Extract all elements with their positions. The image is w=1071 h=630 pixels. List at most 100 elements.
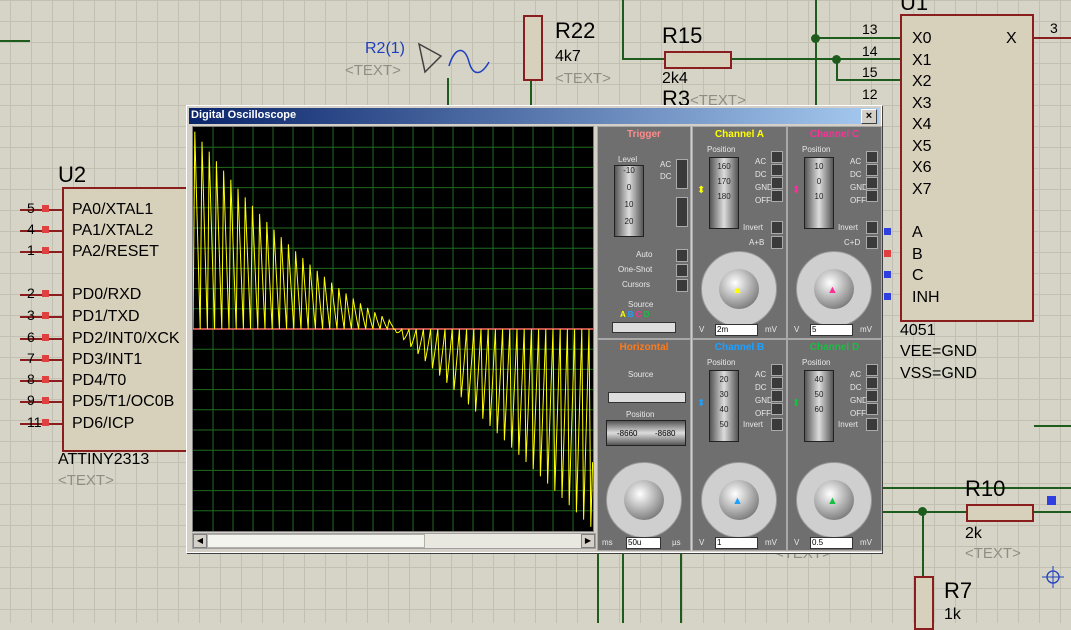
horizontal-scrollbar[interactable]: ◀ ▶ (192, 533, 596, 549)
unit-mv: mV (860, 325, 872, 334)
timebase-value[interactable]: 50u (626, 537, 661, 549)
r2-text: <TEXT> (345, 62, 401, 79)
coupling-switch[interactable] (866, 164, 878, 176)
u1-input-label: X1 (912, 51, 932, 69)
r15-resistor[interactable] (664, 51, 732, 69)
u2-pin-label: PA2/RESET (72, 243, 159, 260)
scale-tick: 20 (624, 217, 634, 226)
coupling-switch[interactable] (771, 164, 783, 176)
position-scale[interactable]: 20 30 40 50 (709, 370, 739, 442)
u1-pin-number: 12 (862, 85, 878, 102)
r10-text: <TEXT> (965, 545, 1021, 562)
position-scale[interactable]: 10 0 10 (804, 157, 834, 229)
r10-resistor[interactable] (966, 504, 1034, 522)
position-label: Position (802, 358, 831, 367)
position-label: Position (707, 145, 736, 154)
horizontal-source-slider[interactable] (608, 392, 686, 403)
pin-state-marker (42, 290, 49, 297)
volts-div-knob[interactable]: ▲ (796, 251, 872, 327)
coupling-switch[interactable] (771, 390, 783, 402)
scroll-right-icon[interactable]: ▶ (581, 534, 595, 548)
u2-pin-number: 7 (27, 350, 35, 366)
scale-tick: 50 (719, 420, 729, 429)
coupling-switch[interactable] (866, 403, 878, 415)
position-arrow-icon[interactable]: ⬍ (792, 398, 800, 409)
coupling-switch[interactable] (771, 151, 783, 163)
trigger-source-slider[interactable] (612, 322, 676, 333)
cursors-button[interactable] (676, 279, 688, 292)
coupling-switch[interactable] (771, 403, 783, 415)
invert-button[interactable] (866, 221, 878, 234)
position-scale[interactable]: 40 50 60 (804, 370, 834, 442)
trigger-panel: Trigger Level -10 0 10 20 AC DC Auto One… (597, 126, 691, 339)
scroll-left-icon[interactable]: ◀ (193, 534, 207, 548)
coupling-switch[interactable] (866, 377, 878, 389)
source-d: D (643, 310, 650, 319)
coupling-switch[interactable] (771, 177, 783, 189)
coupling-switch[interactable] (771, 364, 783, 376)
u1-pin-number: 14 (862, 42, 878, 59)
position-scale[interactable]: 160 170 180 (709, 157, 739, 229)
auto-button[interactable] (676, 249, 688, 262)
u1-vee: VEE=GND (900, 343, 977, 360)
horizontal-position-dial[interactable]: -8660 -8680 (606, 420, 686, 446)
oscilloscope-window[interactable]: Digital Oscilloscope × ◀ ▶ Trigger Level… (186, 105, 882, 553)
position-arrow-icon[interactable]: ⬍ (697, 398, 705, 409)
unit-v: V (699, 325, 705, 334)
u2-pin-number: 8 (27, 371, 35, 387)
coupling-label: AC (755, 157, 767, 166)
combine-button[interactable] (866, 236, 878, 249)
u1-input-label: X5 (912, 137, 932, 155)
title-bar[interactable]: Digital Oscilloscope × (189, 108, 879, 124)
coupling-switch[interactable] (866, 177, 878, 189)
trigger-coupling-switch[interactable] (676, 159, 688, 189)
invert-label: Invert (838, 420, 859, 429)
position-arrow-icon[interactable]: ⬍ (697, 185, 705, 196)
close-button[interactable]: × (861, 109, 877, 124)
invert-button[interactable] (866, 418, 878, 431)
scale-tick: 10 (624, 200, 634, 209)
r7-resistor[interactable] (914, 576, 934, 630)
channel-title: Channel B (714, 342, 765, 353)
coupling-switch[interactable] (771, 190, 783, 202)
volts-div-value[interactable]: 0.5 (810, 537, 853, 549)
coupling-switch[interactable] (866, 151, 878, 163)
r10-value: 2k (965, 525, 982, 542)
pin-state-marker (42, 397, 49, 404)
u2-pin-number: 4 (27, 221, 35, 237)
trigger-edge-switch[interactable] (676, 197, 688, 227)
volts-div-knob[interactable]: ▲ (796, 462, 872, 538)
pin-state-marker (42, 205, 49, 212)
coupling-switch[interactable] (771, 377, 783, 389)
generator-probe-icon[interactable] (415, 42, 495, 82)
channel-title: Channel D (809, 342, 860, 353)
scale-tick: 0 (626, 183, 632, 192)
combine-button[interactable] (771, 236, 783, 249)
r22-resistor[interactable] (523, 15, 543, 81)
trigger-level-scale[interactable]: -10 0 10 20 (614, 165, 644, 237)
volts-div-value[interactable]: 2m (715, 324, 758, 336)
scroll-thumb[interactable] (207, 534, 425, 548)
pos-right: -8680 (655, 429, 676, 438)
volts-div-value[interactable]: 5 (810, 324, 853, 336)
u1-input-label: X7 (912, 180, 932, 198)
waveform-trace (192, 127, 594, 531)
r2-ref: R2(1) (365, 40, 406, 57)
volts-div-knob[interactable]: ▲ (701, 251, 777, 327)
u1-ref: U1 (900, 0, 929, 15)
coupling-label: AC (755, 370, 767, 379)
coupling-switch[interactable] (866, 390, 878, 402)
volts-div-value[interactable]: 1 (715, 537, 758, 549)
invert-button[interactable] (771, 221, 783, 234)
timebase-knob[interactable] (606, 462, 682, 538)
coupling-switch[interactable] (866, 190, 878, 202)
coupling-switch[interactable] (866, 364, 878, 376)
junction-dot (832, 55, 841, 64)
position-arrow-icon[interactable]: ⬍ (792, 185, 800, 196)
one-shot-label: One-Shot (618, 265, 653, 274)
invert-button[interactable] (771, 418, 783, 431)
r7-ref: R7 (944, 578, 973, 603)
source-c: C (635, 310, 642, 319)
volts-div-knob[interactable]: ▲ (701, 462, 777, 538)
one-shot-button[interactable] (676, 264, 688, 277)
